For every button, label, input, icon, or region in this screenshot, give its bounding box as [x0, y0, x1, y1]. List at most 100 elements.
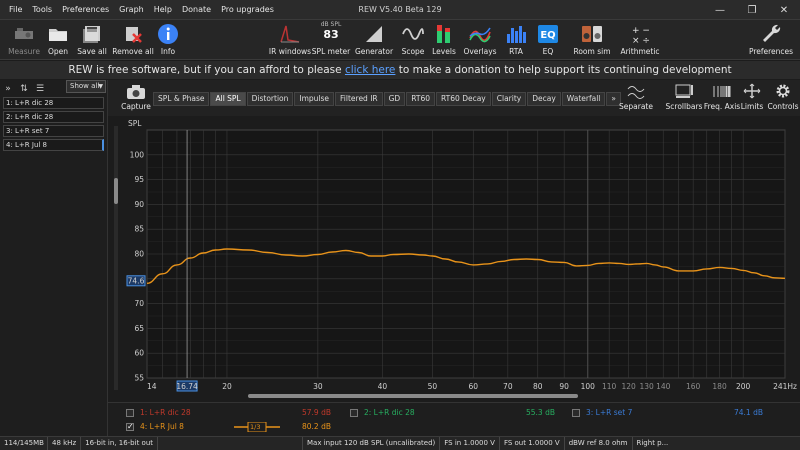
- room-sim-icon: [582, 26, 602, 42]
- generator-label: Generator: [354, 47, 394, 56]
- preferences-button[interactable]: Preferences: [748, 20, 794, 60]
- legend-label: 3: L+R set 7: [586, 408, 633, 417]
- tab-filtered-ir[interactable]: Filtered IR: [335, 92, 383, 106]
- measurement-item[interactable]: 3: L+R set 7: [3, 125, 104, 137]
- separate-button[interactable]: Separate: [616, 83, 656, 115]
- menu-help[interactable]: Help: [149, 0, 177, 20]
- svg-text:× ÷: × ÷: [632, 36, 650, 46]
- x-tick-label: 80: [533, 382, 543, 391]
- x-tick-label: 14: [147, 382, 157, 391]
- tab-distortion[interactable]: Distortion: [246, 92, 294, 106]
- limits-button[interactable]: Limits: [740, 83, 764, 115]
- x-tick-label: 100: [581, 382, 596, 391]
- donation-banner: REW is free software, but if you can aff…: [0, 61, 800, 79]
- tab-rt60[interactable]: RT60: [406, 92, 436, 106]
- x-tick-label: 200: [736, 382, 751, 391]
- hscrollbar-thumb[interactable]: [248, 394, 578, 398]
- controls-button[interactable]: Controls: [767, 83, 799, 115]
- y-tick-label: 90: [134, 200, 144, 209]
- levels-label: Levels: [432, 47, 456, 56]
- eq-button[interactable]: EQ EQ: [536, 20, 560, 60]
- ir-windows-button[interactable]: IR windows: [269, 20, 311, 60]
- rta-button[interactable]: RTA: [504, 20, 528, 60]
- graph-tabs: SPL & Phase All SPL Distortion Impulse F…: [153, 92, 622, 106]
- smoothing-value: 1/3: [250, 423, 261, 431]
- tab-waterfall[interactable]: Waterfall: [561, 92, 606, 106]
- menu-tools[interactable]: Tools: [27, 0, 57, 20]
- menu-file[interactable]: File: [4, 0, 27, 20]
- list-icon[interactable]: ☰: [34, 83, 46, 95]
- wrench-icon: [763, 24, 781, 42]
- legend-checkbox[interactable]: [572, 409, 580, 417]
- y-tick-label: 65: [134, 324, 144, 333]
- measurement-item-selected[interactable]: 4: L+R Jul 8: [3, 139, 104, 151]
- menu-preferences[interactable]: Preferences: [57, 0, 114, 20]
- tab-all-spl[interactable]: All SPL: [210, 92, 246, 106]
- tab-gd[interactable]: GD: [383, 92, 406, 106]
- ir-windows-icon: [280, 25, 300, 43]
- tab-impulse[interactable]: Impulse: [294, 92, 335, 106]
- close-button[interactable]: ✕: [768, 0, 800, 20]
- spl-chart[interactable]: SPL 556065707580859095100 14203040506070…: [108, 116, 800, 402]
- menu-donate[interactable]: Donate: [177, 0, 216, 20]
- cursor-freq-value: 16.74: [176, 382, 198, 391]
- menu-pro-upgrades[interactable]: Pro upgrades: [216, 0, 279, 20]
- legend-label: 1: L+R dic 28: [140, 408, 191, 417]
- tab-clarity[interactable]: Clarity: [491, 92, 527, 106]
- levels-button[interactable]: Levels: [432, 20, 456, 60]
- x-tick-label: 70: [503, 382, 513, 391]
- remove-all-button[interactable]: Remove all: [112, 20, 154, 60]
- sort-icon[interactable]: ⇅: [18, 83, 30, 95]
- spl-meter-unit: dB SPL: [320, 21, 342, 28]
- scrollbars-icon: [675, 84, 693, 98]
- banner-text-after: to make a donation to help support its c…: [395, 64, 732, 76]
- status-max-input: Max input 120 dB SPL (uncalibrated): [303, 437, 441, 450]
- measurement-item[interactable]: 1: L+R dic 28: [3, 97, 104, 109]
- open-button[interactable]: Open: [44, 20, 72, 60]
- arithmetic-button[interactable]: + − × ÷ Arithmetic: [620, 20, 660, 60]
- scrollbar-track: [114, 126, 118, 390]
- y-axis-label: SPL: [128, 119, 142, 128]
- x-tick-label: 30: [313, 382, 323, 391]
- rta-label: RTA: [509, 47, 523, 56]
- save-all-button[interactable]: Save all: [76, 20, 108, 60]
- scrollbar-thumb[interactable]: [114, 178, 118, 204]
- gear-icon: [776, 84, 790, 98]
- menu-graph[interactable]: Graph: [114, 0, 149, 20]
- show-all-select[interactable]: Show all ▼: [66, 80, 106, 93]
- expand-panel-icon[interactable]: »: [2, 83, 14, 95]
- horizontal-scrollbar[interactable]: [248, 394, 578, 398]
- remove-all-label: Remove all: [112, 47, 154, 56]
- scope-button[interactable]: Scope: [400, 20, 426, 60]
- overlays-icon: [469, 27, 491, 43]
- legend-checkbox[interactable]: [126, 409, 134, 417]
- donate-link[interactable]: click here: [345, 64, 395, 76]
- x-tick-label-minor: 130: [639, 382, 654, 391]
- tab-rt60-decay[interactable]: RT60 Decay: [436, 92, 491, 106]
- spl-graph[interactable]: SPL 556065707580859095100 14203040506070…: [108, 116, 800, 402]
- tab-decay[interactable]: Decay: [527, 92, 561, 106]
- minimize-button[interactable]: —: [704, 0, 736, 20]
- scrollbars-button[interactable]: Scrollbars: [664, 83, 704, 115]
- info-button[interactable]: Info: [156, 20, 180, 60]
- measurement-item[interactable]: 2: L+R dic 28: [3, 111, 104, 123]
- measure-icon: [15, 28, 33, 39]
- legend-checkbox-checked[interactable]: [126, 422, 134, 432]
- measure-button[interactable]: Measure: [8, 20, 40, 60]
- capture-button[interactable]: Capture: [121, 84, 151, 114]
- scrollbars-label: Scrollbars: [665, 102, 703, 111]
- freq-axis-button[interactable]: Freq. Axis: [704, 83, 740, 115]
- levels-icon: [437, 25, 450, 43]
- generator-button[interactable]: Generator: [354, 20, 394, 60]
- overlays-button[interactable]: Overlays: [463, 20, 497, 60]
- generator-icon: [366, 26, 382, 42]
- status-fs-in: FS in 1.0000 V: [440, 437, 500, 450]
- banner-text-before: REW is free software, but if you can aff…: [68, 64, 345, 76]
- status-memory[interactable]: 114/145MB: [0, 437, 48, 450]
- maximize-button[interactable]: ❐: [736, 0, 768, 20]
- tab-spl-phase[interactable]: SPL & Phase: [153, 92, 210, 106]
- room-sim-button[interactable]: Room sim: [572, 20, 612, 60]
- separate-icon: [627, 86, 645, 99]
- vertical-scrollbar[interactable]: [114, 126, 118, 390]
- legend-checkbox[interactable]: [350, 409, 358, 417]
